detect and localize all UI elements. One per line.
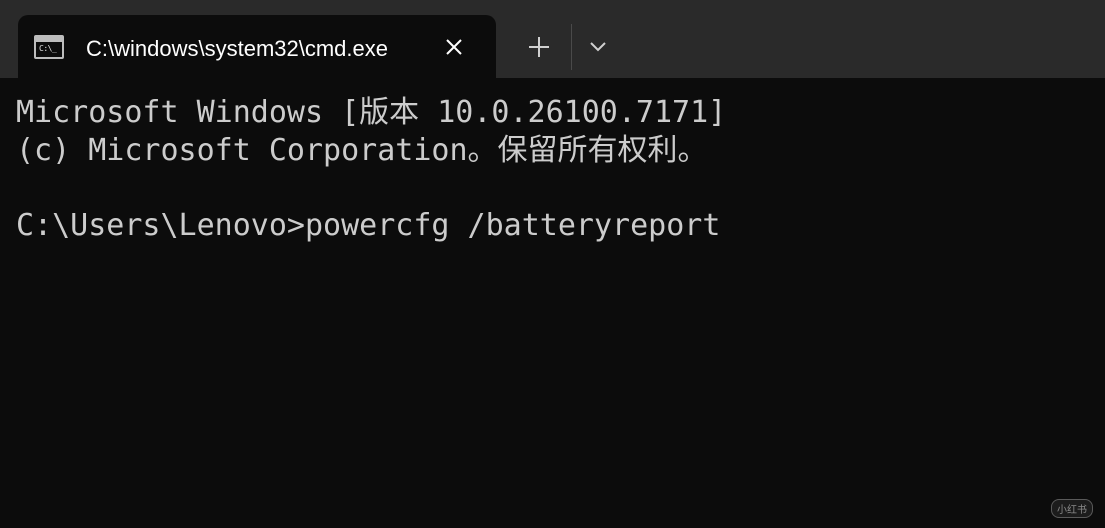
console-line-copyright: (c) Microsoft Corporation。保留所有权利。 [16, 133, 708, 168]
chevron-down-icon [590, 42, 606, 52]
new-tab-button[interactable] [518, 28, 560, 66]
terminal-window: C:\_ C:\windows\system32\cmd.exe Microso… [0, 0, 1105, 528]
console-icon: C:\_ [34, 35, 64, 59]
console-line-version: Microsoft Windows [版本 10.0.26100.7171] [16, 95, 727, 130]
plus-icon [529, 37, 549, 57]
toolbar-divider [571, 24, 572, 70]
tab-dropdown-button[interactable] [580, 28, 616, 66]
title-bar: C:\_ C:\windows\system32\cmd.exe [0, 0, 1105, 78]
close-tab-button[interactable] [438, 31, 470, 63]
console-line-command: C:\Users\Lenovo>powercfg /batteryreport [16, 208, 721, 243]
watermark: 小红书 [1051, 499, 1093, 518]
close-icon [446, 39, 462, 55]
tab-cmd[interactable]: C:\_ C:\windows\system32\cmd.exe [18, 15, 496, 78]
console-output[interactable]: Microsoft Windows [版本 10.0.26100.7171] (… [0, 78, 1105, 528]
tab-title: C:\windows\system32\cmd.exe [86, 36, 388, 61]
console-icon-text: C:\_ [39, 44, 57, 53]
